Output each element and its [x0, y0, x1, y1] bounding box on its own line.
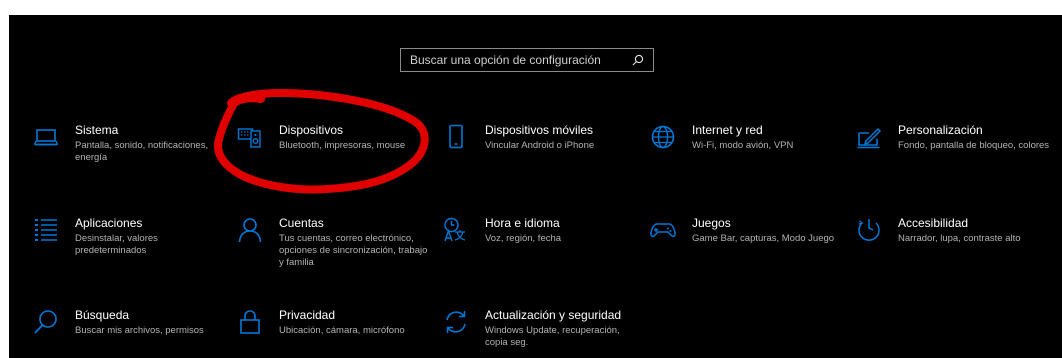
tile-title: Privacidad [279, 308, 336, 322]
tile-hora-e-idioma[interactable]: Hora e idioma Voz, región, fecha [443, 216, 639, 278]
lock-icon [237, 309, 263, 358]
tile-title: Actualización y seguridad [485, 308, 622, 322]
tile-internet-y-red[interactable]: Internet y red Wi-Fi, modo avión, VPN [650, 123, 846, 185]
tile-title: Sistema [75, 123, 119, 137]
tile-description: Tus cuentas, correo electrónico, opcione… [279, 233, 428, 268]
tile-description: Desinstalar, valores predeterminados [75, 233, 158, 256]
search-icon[interactable] [629, 49, 647, 71]
window-left-edge [0, 0, 9, 358]
globe-icon [650, 124, 676, 185]
tile-aplicaciones[interactable]: Aplicaciones Desinstalar, valores predet… [33, 216, 229, 278]
tile-actualizacion-y-seguridad[interactable]: Actualización y seguridad Windows Update… [443, 308, 639, 358]
tile-title: Dispositivos móviles [485, 123, 594, 137]
tile-description: Buscar mis archivos, permisos [75, 325, 204, 336]
tile-cuentas[interactable]: Cuentas Tus cuentas, correo electrónico,… [237, 216, 433, 278]
search-icon [33, 309, 59, 358]
tile-description: Fondo, pantalla de bloqueo, colores [898, 140, 1050, 151]
tile-title: Accesibilidad [898, 216, 969, 230]
tile-privacidad[interactable]: Privacidad Ubicación, cámara, micrófono [237, 308, 433, 358]
search-input[interactable] [401, 49, 629, 71]
apps-list-icon [33, 217, 59, 278]
tile-title: Cuentas [279, 216, 324, 230]
tile-title: Personalización [898, 123, 983, 137]
tile-juegos[interactable]: Juegos Game Bar, capturas, Modo Juego [650, 216, 846, 278]
settings-home-panel: Sistema Pantalla, sonido, notificaciones… [9, 15, 1062, 358]
tile-title: Hora e idioma [485, 216, 560, 230]
tile-description: Bluetooth, impresoras, mouse [279, 140, 406, 151]
accessibility-icon [856, 217, 882, 278]
laptop-icon [33, 124, 59, 185]
tile-description: Narrador, lupa, contraste alto [898, 233, 1021, 244]
tile-sistema[interactable]: Sistema Pantalla, sonido, notificaciones… [33, 123, 229, 185]
tile-title: Dispositivos [279, 123, 344, 137]
tile-title: Búsqueda [75, 308, 130, 322]
tile-title: Juegos [692, 216, 731, 230]
tile-title: Aplicaciones [75, 216, 143, 230]
tile-busqueda[interactable]: Búsqueda Buscar mis archivos, permisos [33, 308, 229, 358]
person-icon [237, 217, 263, 278]
tile-description: Wi-Fi, modo avión, VPN [692, 140, 794, 151]
tile-description: Vincular Android o iPhone [485, 140, 595, 151]
tile-description: Windows Update, recuperación, copia seg. [485, 325, 620, 348]
search-box[interactable] [400, 48, 654, 72]
tile-dispositivos-moviles[interactable]: Dispositivos móviles Vincular Android o … [443, 123, 639, 185]
time-language-icon [443, 217, 469, 278]
tile-dispositivos[interactable]: Dispositivos Bluetooth, impresoras, mous… [237, 123, 433, 185]
sync-icon [443, 309, 469, 358]
tile-description: Ubicación, cámara, micrófono [279, 325, 405, 336]
tile-personalizacion[interactable]: Personalización Fondo, pantalla de bloqu… [856, 123, 1052, 185]
tile-description: Voz, región, fecha [485, 233, 562, 244]
tile-description: Game Bar, capturas, Modo Juego [692, 233, 835, 244]
gamepad-icon [650, 217, 676, 278]
window-top-edge [0, 0, 1062, 15]
keyboard-speaker-icon [237, 124, 263, 185]
phone-icon [443, 124, 469, 185]
tile-title: Internet y red [692, 123, 763, 137]
tile-accesibilidad[interactable]: Accesibilidad Narrador, lupa, contraste … [856, 216, 1052, 278]
tile-description: Pantalla, sonido, notificaciones, energí… [75, 140, 209, 163]
pen-tablet-icon [856, 124, 882, 185]
